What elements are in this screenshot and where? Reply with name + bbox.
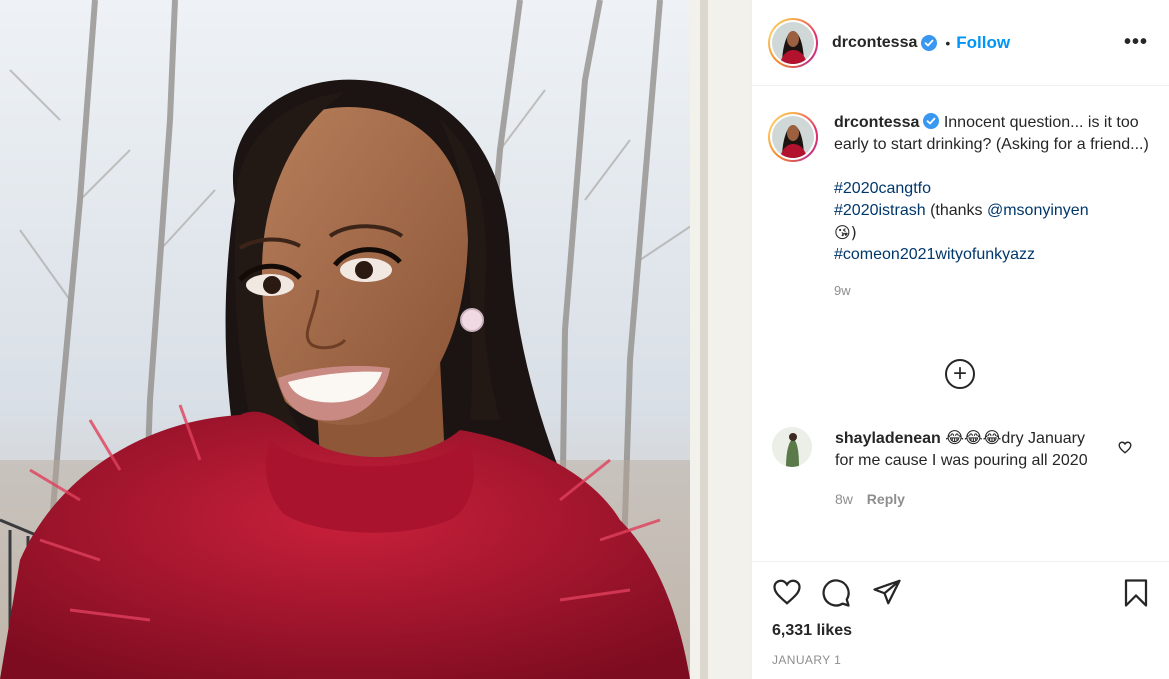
caption-emoji: 😘) (834, 223, 857, 242)
caption-username[interactable]: drcontessa (834, 114, 919, 131)
heart-icon[interactable] (772, 578, 802, 611)
caption-text-block: drcontessa Innocent question... is it to… (834, 112, 1154, 156)
post-caption: drcontessa Innocent question... is it to… (768, 112, 1154, 302)
action-bar: 6,331 likes JANUARY 1 (752, 561, 1169, 679)
caption-avatar[interactable] (768, 112, 818, 162)
separator-dot: • (945, 34, 951, 51)
hashtag-link[interactable]: #2020cangtfo (834, 178, 1154, 200)
comment-body: shayladenean 😂😂😂dry January for me cause… (835, 427, 1095, 510)
post-sidebar: drcontessa • Follow ••• drcontessa Innoc… (751, 0, 1169, 679)
photo-image (0, 0, 751, 679)
post-photo[interactable] (0, 0, 751, 679)
commenter-username[interactable]: shayladenean (835, 430, 941, 447)
post-date[interactable]: JANUARY 1 (772, 653, 841, 667)
author-username[interactable]: drcontessa (832, 34, 917, 52)
reply-button[interactable]: Reply (867, 491, 905, 507)
hashtag-link[interactable]: #2020istrash (834, 202, 926, 219)
comment-timestamp[interactable]: 8w (835, 491, 853, 507)
caption-body: drcontessa Innocent question... is it to… (834, 112, 1154, 302)
comment-like-icon[interactable] (1118, 441, 1132, 459)
hashtag-link[interactable]: #comeon2021wityofunkyazz (834, 244, 1154, 266)
verified-icon (921, 34, 938, 51)
caption-thanks-text: (thanks (925, 202, 987, 219)
share-icon[interactable] (872, 578, 902, 611)
comment-item: shayladenean 😂😂😂dry January for me cause… (772, 427, 1152, 510)
post-header: drcontessa • Follow ••• (752, 0, 1169, 86)
more-icon[interactable]: ••• (1124, 32, 1148, 52)
comment-meta: 8w Reply (835, 488, 1095, 510)
save-icon[interactable] (1123, 578, 1149, 613)
follow-button[interactable]: Follow (956, 33, 1010, 53)
comment-emojis: 😂😂😂 (945, 428, 1002, 447)
author-avatar[interactable] (768, 17, 818, 68)
commenter-avatar[interactable] (772, 427, 812, 467)
comment-icon[interactable] (821, 578, 851, 613)
mention-link[interactable]: @msonyinyen (987, 202, 1089, 219)
verified-icon (923, 113, 940, 129)
caption-timestamp[interactable]: 9w (834, 280, 1154, 302)
like-count[interactable]: 6,331 likes (772, 622, 852, 640)
add-comment-icon[interactable]: + (945, 359, 975, 389)
